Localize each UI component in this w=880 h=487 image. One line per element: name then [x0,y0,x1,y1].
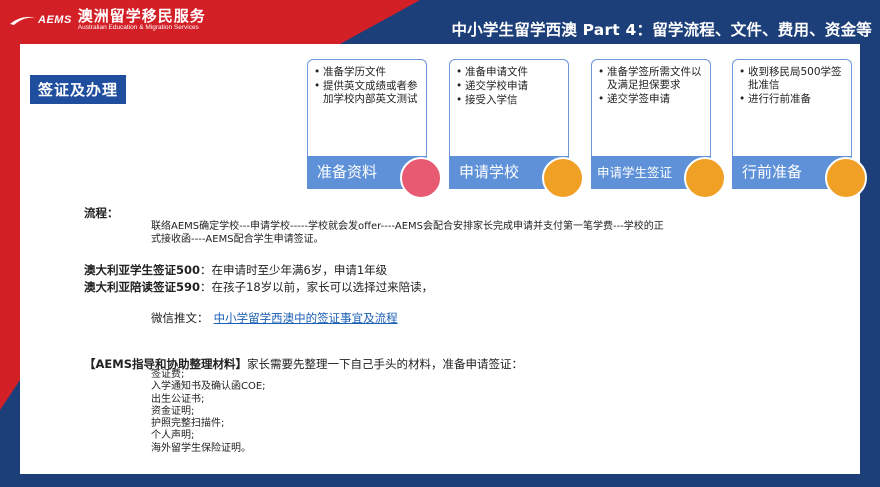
aems-logo-mark: AEMS [8,12,72,28]
list-item: 护照完整扫描件; [151,418,225,430]
step-item: 接受入学信 [456,94,564,107]
step-item: 递交学签申请 [598,93,706,106]
list-item: 个人声明; [151,430,195,442]
step-items-list: 准备申请文件 递交学校申请 接受入学信 [456,66,564,107]
process-text: 联络AEMS确定学校---申请学校-----学校就会发offer----AEMS… [151,220,771,246]
list-item: 资金证明; [151,405,195,417]
process-line: 联络AEMS确定学校---申请学校-----学校就会发offer----AEMS… [151,221,664,232]
step-prepare-documents: 准备学历文件 提供英文成绩或者参加学校内部英文测试 准备资料 [307,59,442,199]
logo-mark-text: AEMS [38,14,72,26]
step-apply-school: 准备申请文件 递交学校申请 接受入学信 申请学校 [449,59,584,199]
content-panel: 签证及办理 准备学历文件 提供英文成绩或者参加学校内部英文测试 准备资料 准备申… [20,44,867,474]
step-apply-visa: 准备学签所需文件以及满足担保要求 递交学签申请 申请学生签证 [591,59,726,199]
step-item: 准备学历文件 [314,66,422,79]
logo-english-name: Australian Education & Migration Service… [77,24,199,31]
step-item: 提供英文成绩或者参加学校内部英文测试 [314,80,422,106]
list-item: 签证费; [151,369,185,380]
step-circle-icon [825,157,867,199]
step-items-list: 准备学历文件 提供英文成绩或者参加学校内部英文测试 [314,66,422,106]
materials-heading: 【AEMS指导和协助整理材料】家长需要先整理一下自己手头的材料，准备申请签证： [84,353,523,372]
section-tag: 签证及办理 [30,75,127,104]
visa-info: 澳大利亚学生签证500：在申请时至少年满6岁，申请1年级 澳大利亚陪读签证590… [84,261,433,295]
visa-590-label: 澳大利亚陪读签证590 [84,280,201,294]
visa-590-text: ：在孩子18岁以前，家长可以选择过来陪读， [200,280,434,294]
list-item: 入学通知书及确认函COE; [151,381,266,393]
process-label: 流程： [84,206,119,220]
step-item: 准备申请文件 [456,66,564,79]
step-circle-icon [400,157,442,199]
step-item: 收到移民局500学签批准信 [739,66,847,92]
step-item: 准备学签所需文件以及满足担保要求 [598,66,706,92]
process-line: 式接收函----AEMS配合学生申请签证。 [151,234,324,245]
step-circle-icon [542,157,584,199]
swoosh-icon [10,16,36,25]
aems-logo[interactable]: AEMS 澳洲留学移民服务 Australian Education & Mig… [8,8,206,32]
wechat-label: 微信推文： [151,311,209,325]
step-item: 进行行前准备 [739,93,847,106]
step-item: 递交学校申请 [456,80,564,93]
step-circle-icon [684,157,726,199]
visa-500-text: ：在申请时至少年满6岁，申请1年级 [200,263,388,277]
list-item: 出生公证书; [151,393,205,405]
step-pre-departure: 收到移民局500学签批准信 进行行前准备 行前准备 [732,59,867,199]
wechat-article: 微信推文： 中小学留学西澳中的签证事宜及流程 [151,307,398,326]
materials-list: 签证费; 入学通知书及确认函COE; 出生公证书; 资金证明; 护照完整扫描件;… [151,369,266,455]
wechat-article-link[interactable]: 中小学留学西澳中的签证事宜及流程 [214,311,398,325]
step-items-list: 收到移民局500学签批准信 进行行前准备 [739,66,847,106]
page-title: 中小学生留学西澳 Part 4：留学流程、文件、费用、资金等 [451,21,872,39]
step-items-list: 准备学签所需文件以及满足担保要求 递交学签申请 [598,66,706,106]
list-item: 海外留学生保险证明。 [151,442,251,454]
materials-intro: 家长需要先整理一下自己手头的材料，准备申请签证： [246,357,523,371]
visa-500-label: 澳大利亚学生签证500 [84,263,201,277]
logo-chinese-name: 澳洲留学移民服务 [77,7,206,25]
